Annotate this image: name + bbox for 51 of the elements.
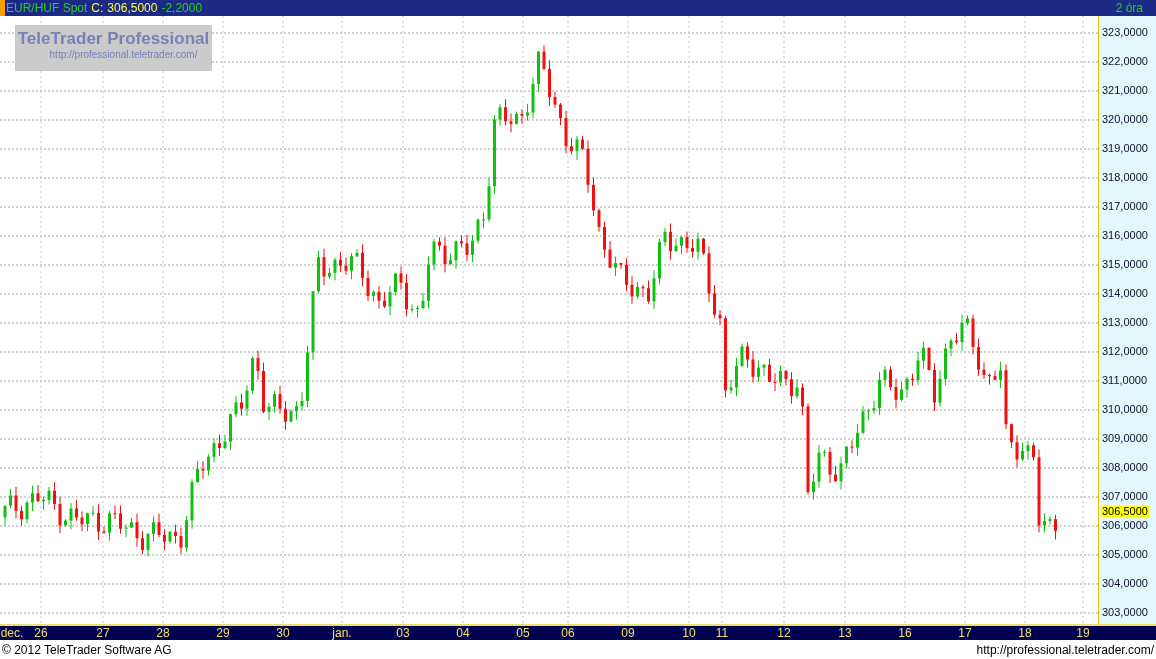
price-label: 307,0000 [1102, 491, 1148, 502]
date-label: 04 [456, 627, 470, 639]
price-label: 313,0000 [1102, 317, 1148, 328]
date-label: 29 [216, 627, 230, 639]
date-label: 06 [561, 627, 575, 639]
price-label: 315,0000 [1102, 259, 1148, 270]
interval-label: 2 óra [1115, 2, 1143, 14]
symbol-label: EUR/HUF Spot [6, 2, 88, 14]
price-label: 321,0000 [1102, 85, 1148, 96]
date-label: 26 [34, 627, 48, 639]
date-label: 12 [777, 627, 791, 639]
current-price-label: 306,5000 [1101, 505, 1149, 517]
price-label: 319,0000 [1102, 143, 1148, 154]
date-label: 17 [958, 627, 972, 639]
date-label: 27 [96, 627, 110, 639]
date-label: 11 [715, 627, 729, 639]
date-label: 05 [516, 627, 530, 639]
price-label: 323,0000 [1102, 27, 1148, 38]
price-label: 318,0000 [1102, 172, 1148, 183]
close-value: 306,5000 [107, 2, 158, 14]
date-label: 19 [1076, 627, 1090, 639]
date-label: dec. [0, 627, 24, 639]
date-label: 13 [838, 627, 852, 639]
price-label: 314,0000 [1102, 288, 1148, 299]
date-label: 09 [621, 627, 635, 639]
close-label: C: [91, 2, 104, 14]
footer-link[interactable]: http://professional.teletrader.com/ [976, 640, 1154, 659]
logo-title: TeleTrader Professional [17, 30, 210, 47]
date-label: 16 [898, 627, 912, 639]
copyright-text: © 2012 TeleTrader Software AG [2, 641, 172, 659]
price-label: 310,0000 [1102, 404, 1148, 415]
price-label: 317,0000 [1102, 201, 1148, 212]
date-label: 28 [156, 627, 170, 639]
price-label: 305,0000 [1102, 549, 1148, 560]
date-label: 10 [682, 627, 696, 639]
date-label: jan. [332, 627, 352, 639]
price-label: 316,0000 [1102, 230, 1148, 241]
price-label: 303,0000 [1102, 607, 1148, 618]
date-label: 18 [1018, 627, 1032, 639]
price-label: 306,0000 [1102, 520, 1148, 531]
price-label: 309,0000 [1102, 433, 1148, 444]
price-label: 308,0000 [1102, 462, 1148, 473]
date-label: 03 [396, 627, 410, 639]
price-label: 311,0000 [1102, 375, 1148, 386]
price-label: 304,0000 [1102, 578, 1148, 589]
date-label: 30 [276, 627, 290, 639]
price-label: 322,0000 [1102, 56, 1148, 67]
price-label: 320,0000 [1102, 114, 1148, 125]
price-label: 312,0000 [1102, 346, 1148, 357]
logo-url: http://professional.teletrader.com/ [49, 50, 198, 60]
change-value: -2,2000 [161, 2, 203, 14]
